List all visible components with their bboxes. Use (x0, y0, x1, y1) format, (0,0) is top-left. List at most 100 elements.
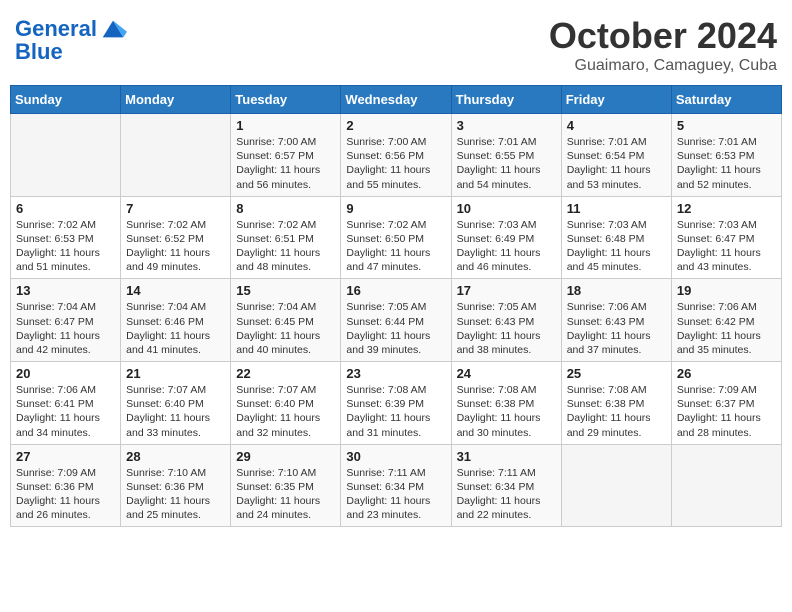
page-header: General Blue October 2024 Guaimaro, Cama… (10, 10, 782, 75)
calendar-header-row: SundayMondayTuesdayWednesdayThursdayFrid… (11, 86, 782, 114)
day-number: 27 (16, 449, 115, 464)
calendar-cell: 9 Sunrise: 7:02 AM Sunset: 6:50 PM Daylig… (341, 196, 451, 279)
calendar-cell: 18 Sunrise: 7:06 AM Sunset: 6:43 PM Dayli… (561, 279, 671, 362)
calendar-cell: 10 Sunrise: 7:03 AM Sunset: 6:49 PM Dayli… (451, 196, 561, 279)
day-info: Sunrise: 7:03 AM Sunset: 6:49 PM Dayligh… (457, 218, 556, 275)
day-number: 2 (346, 118, 445, 133)
calendar-cell: 5Sunrise: 7:01 AM Sunset: 6:53 PM Daylig… (671, 114, 781, 197)
calendar-cell: 2 Sunrise: 7:00 AM Sunset: 6:56 PM Daylig… (341, 114, 451, 197)
day-number: 18 (567, 283, 666, 298)
month-title: October 2024 (549, 15, 777, 57)
calendar-cell: 14 Sunrise: 7:04 AM Sunset: 6:46 PM Dayli… (121, 279, 231, 362)
logo-text: General (15, 17, 97, 41)
day-info: Sunrise: 7:04 AM Sunset: 6:45 PM Dayligh… (236, 300, 335, 357)
day-info: Sunrise: 7:02 AM Sunset: 6:50 PM Dayligh… (346, 218, 445, 275)
calendar-cell: 28 Sunrise: 7:10 AM Sunset: 6:36 PM Dayli… (121, 444, 231, 527)
calendar-week-row: 20 Sunrise: 7:06 AM Sunset: 6:41 PM Dayli… (11, 362, 782, 445)
day-info: Sunrise: 7:02 AM Sunset: 6:51 PM Dayligh… (236, 218, 335, 275)
calendar-cell: 3 Sunrise: 7:01 AM Sunset: 6:55 PM Daylig… (451, 114, 561, 197)
day-number: 7 (126, 201, 225, 216)
day-number: 4 (567, 118, 666, 133)
day-info: Sunrise: 7:10 AM Sunset: 6:36 PM Dayligh… (126, 466, 225, 523)
calendar-cell: 29 Sunrise: 7:10 AM Sunset: 6:35 PM Dayli… (231, 444, 341, 527)
calendar-cell: 23 Sunrise: 7:08 AM Sunset: 6:39 PM Dayli… (341, 362, 451, 445)
day-info: Sunrise: 7:06 AM Sunset: 6:42 PM Dayligh… (677, 300, 776, 357)
day-number: 19 (677, 283, 776, 298)
day-number: 29 (236, 449, 335, 464)
calendar-cell: 1 Sunrise: 7:00 AM Sunset: 6:57 PM Daylig… (231, 114, 341, 197)
day-number: 8 (236, 201, 335, 216)
day-info: Sunrise: 7:07 AM Sunset: 6:40 PM Dayligh… (236, 383, 335, 440)
day-info: Sunrise: 7:06 AM Sunset: 6:41 PM Dayligh… (16, 383, 115, 440)
day-number: 15 (236, 283, 335, 298)
day-of-week-header: Saturday (671, 86, 781, 114)
calendar-week-row: 13Sunrise: 7:04 AM Sunset: 6:47 PM Dayli… (11, 279, 782, 362)
day-info: Sunrise: 7:00 AM Sunset: 6:57 PM Dayligh… (236, 135, 335, 192)
day-info: Sunrise: 7:09 AM Sunset: 6:37 PM Dayligh… (677, 383, 776, 440)
day-of-week-header: Thursday (451, 86, 561, 114)
day-number: 25 (567, 366, 666, 381)
calendar-cell: 30 Sunrise: 7:11 AM Sunset: 6:34 PM Dayli… (341, 444, 451, 527)
day-info: Sunrise: 7:03 AM Sunset: 6:48 PM Dayligh… (567, 218, 666, 275)
day-info: Sunrise: 7:08 AM Sunset: 6:38 PM Dayligh… (567, 383, 666, 440)
day-of-week-header: Sunday (11, 86, 121, 114)
day-number: 16 (346, 283, 445, 298)
day-number: 14 (126, 283, 225, 298)
calendar-cell: 26Sunrise: 7:09 AM Sunset: 6:37 PM Dayli… (671, 362, 781, 445)
day-info: Sunrise: 7:07 AM Sunset: 6:40 PM Dayligh… (126, 383, 225, 440)
calendar-cell: 22 Sunrise: 7:07 AM Sunset: 6:40 PM Dayli… (231, 362, 341, 445)
calendar-cell (121, 114, 231, 197)
calendar-cell: 20 Sunrise: 7:06 AM Sunset: 6:41 PM Dayli… (11, 362, 121, 445)
calendar-cell: 16 Sunrise: 7:05 AM Sunset: 6:44 PM Dayli… (341, 279, 451, 362)
day-of-week-header: Wednesday (341, 86, 451, 114)
day-info: Sunrise: 7:01 AM Sunset: 6:55 PM Dayligh… (457, 135, 556, 192)
day-number: 1 (236, 118, 335, 133)
day-info: Sunrise: 7:04 AM Sunset: 6:46 PM Dayligh… (126, 300, 225, 357)
day-number: 17 (457, 283, 556, 298)
day-info: Sunrise: 7:04 AM Sunset: 6:47 PM Dayligh… (16, 300, 115, 357)
calendar-cell: 27 Sunrise: 7:09 AM Sunset: 6:36 PM Dayli… (11, 444, 121, 527)
day-number: 30 (346, 449, 445, 464)
day-info: Sunrise: 7:08 AM Sunset: 6:39 PM Dayligh… (346, 383, 445, 440)
calendar-cell: 8 Sunrise: 7:02 AM Sunset: 6:51 PM Daylig… (231, 196, 341, 279)
calendar-cell: 21 Sunrise: 7:07 AM Sunset: 6:40 PM Dayli… (121, 362, 231, 445)
day-info: Sunrise: 7:06 AM Sunset: 6:43 PM Dayligh… (567, 300, 666, 357)
day-number: 9 (346, 201, 445, 216)
calendar-cell: 12Sunrise: 7:03 AM Sunset: 6:47 PM Dayli… (671, 196, 781, 279)
day-of-week-header: Friday (561, 86, 671, 114)
logo-icon (99, 15, 127, 43)
day-info: Sunrise: 7:02 AM Sunset: 6:53 PM Dayligh… (16, 218, 115, 275)
title-section: October 2024 Guaimaro, Camaguey, Cuba (549, 15, 777, 75)
day-info: Sunrise: 7:10 AM Sunset: 6:35 PM Dayligh… (236, 466, 335, 523)
day-info: Sunrise: 7:00 AM Sunset: 6:56 PM Dayligh… (346, 135, 445, 192)
day-number: 5 (677, 118, 776, 133)
location-subtitle: Guaimaro, Camaguey, Cuba (549, 57, 777, 75)
day-number: 31 (457, 449, 556, 464)
logo: General Blue (15, 15, 127, 65)
day-number: 6 (16, 201, 115, 216)
calendar-cell (561, 444, 671, 527)
day-number: 20 (16, 366, 115, 381)
day-number: 22 (236, 366, 335, 381)
day-number: 23 (346, 366, 445, 381)
day-info: Sunrise: 7:03 AM Sunset: 6:47 PM Dayligh… (677, 218, 776, 275)
day-info: Sunrise: 7:05 AM Sunset: 6:44 PM Dayligh… (346, 300, 445, 357)
day-of-week-header: Monday (121, 86, 231, 114)
calendar-week-row: 27 Sunrise: 7:09 AM Sunset: 6:36 PM Dayli… (11, 444, 782, 527)
calendar-cell: 31 Sunrise: 7:11 AM Sunset: 6:34 PM Dayli… (451, 444, 561, 527)
day-number: 10 (457, 201, 556, 216)
day-number: 28 (126, 449, 225, 464)
calendar-week-row: 6 Sunrise: 7:02 AM Sunset: 6:53 PM Daylig… (11, 196, 782, 279)
calendar-table: SundayMondayTuesdayWednesdayThursdayFrid… (10, 85, 782, 527)
day-number: 24 (457, 366, 556, 381)
day-number: 21 (126, 366, 225, 381)
day-info: Sunrise: 7:05 AM Sunset: 6:43 PM Dayligh… (457, 300, 556, 357)
day-number: 3 (457, 118, 556, 133)
day-info: Sunrise: 7:11 AM Sunset: 6:34 PM Dayligh… (457, 466, 556, 523)
calendar-cell (671, 444, 781, 527)
day-info: Sunrise: 7:11 AM Sunset: 6:34 PM Dayligh… (346, 466, 445, 523)
day-of-week-header: Tuesday (231, 86, 341, 114)
day-info: Sunrise: 7:02 AM Sunset: 6:52 PM Dayligh… (126, 218, 225, 275)
calendar-cell: 6 Sunrise: 7:02 AM Sunset: 6:53 PM Daylig… (11, 196, 121, 279)
day-info: Sunrise: 7:09 AM Sunset: 6:36 PM Dayligh… (16, 466, 115, 523)
